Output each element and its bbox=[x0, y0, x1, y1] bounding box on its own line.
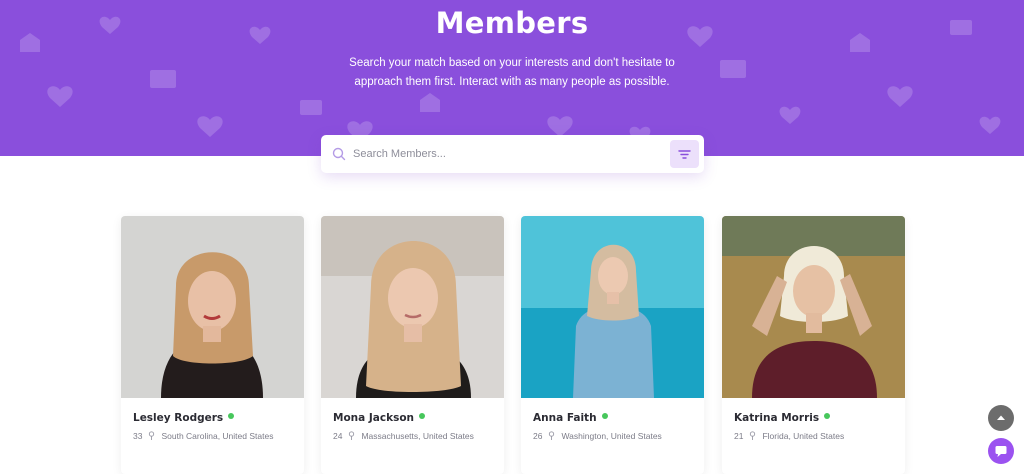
filter-icon bbox=[678, 150, 691, 159]
chat-icon bbox=[995, 446, 1007, 457]
location-pin-icon bbox=[349, 431, 355, 440]
online-status-dot bbox=[601, 413, 608, 419]
member-meta: 21 Florida, United States bbox=[734, 431, 844, 441]
member-photo[interactable] bbox=[722, 216, 905, 398]
location-pin-icon bbox=[549, 431, 555, 440]
member-search-bar bbox=[321, 135, 704, 173]
member-meta: 33 South Carolina, United States bbox=[133, 431, 273, 441]
location-pin-icon bbox=[750, 431, 756, 440]
chat-button[interactable] bbox=[988, 438, 1014, 464]
online-status-dot bbox=[419, 413, 426, 419]
member-location: Washington, United States bbox=[561, 431, 662, 441]
chevron-up-icon bbox=[997, 415, 1005, 420]
member-meta: 26 Washington, United States bbox=[533, 431, 662, 441]
member-photo[interactable] bbox=[521, 216, 704, 398]
filter-button[interactable] bbox=[670, 140, 699, 168]
member-card[interactable]: Lesley Rodgers 33 South Carolina, United … bbox=[121, 216, 304, 474]
online-status-dot bbox=[228, 413, 235, 419]
member-card[interactable]: Katrina Morris 21 Florida, United States bbox=[722, 216, 905, 474]
search-icon bbox=[332, 147, 346, 161]
member-meta: 24 Massachusetts, United States bbox=[333, 431, 474, 441]
hero-banner: Members Search your match based on your … bbox=[0, 0, 1024, 156]
page-description: Search your match based on your interest… bbox=[349, 57, 675, 88]
location-pin-icon bbox=[149, 431, 155, 440]
online-status-dot bbox=[824, 413, 831, 419]
member-age: 33 bbox=[133, 431, 143, 441]
member-location: Massachusetts, United States bbox=[361, 431, 474, 441]
search-input[interactable] bbox=[353, 142, 653, 166]
member-photo[interactable] bbox=[321, 216, 504, 398]
member-name[interactable]: Mona Jackson bbox=[333, 412, 426, 424]
member-age: 24 bbox=[333, 431, 343, 441]
member-location: Florida, United States bbox=[762, 431, 845, 441]
member-card[interactable]: Anna Faith 26 Washington, United States bbox=[521, 216, 704, 474]
member-card[interactable]: Mona Jackson 24 Massachusetts, United Sta… bbox=[321, 216, 504, 474]
member-age: 26 bbox=[533, 431, 543, 441]
member-name[interactable]: Anna Faith bbox=[533, 412, 608, 424]
member-age: 21 bbox=[734, 431, 744, 441]
scroll-to-top-button[interactable] bbox=[988, 405, 1014, 431]
member-location: South Carolina, United States bbox=[161, 431, 274, 441]
member-name[interactable]: Lesley Rodgers bbox=[133, 412, 235, 424]
member-name[interactable]: Katrina Morris bbox=[734, 412, 831, 424]
member-photo[interactable] bbox=[121, 216, 304, 398]
page-title: Members bbox=[435, 6, 589, 40]
